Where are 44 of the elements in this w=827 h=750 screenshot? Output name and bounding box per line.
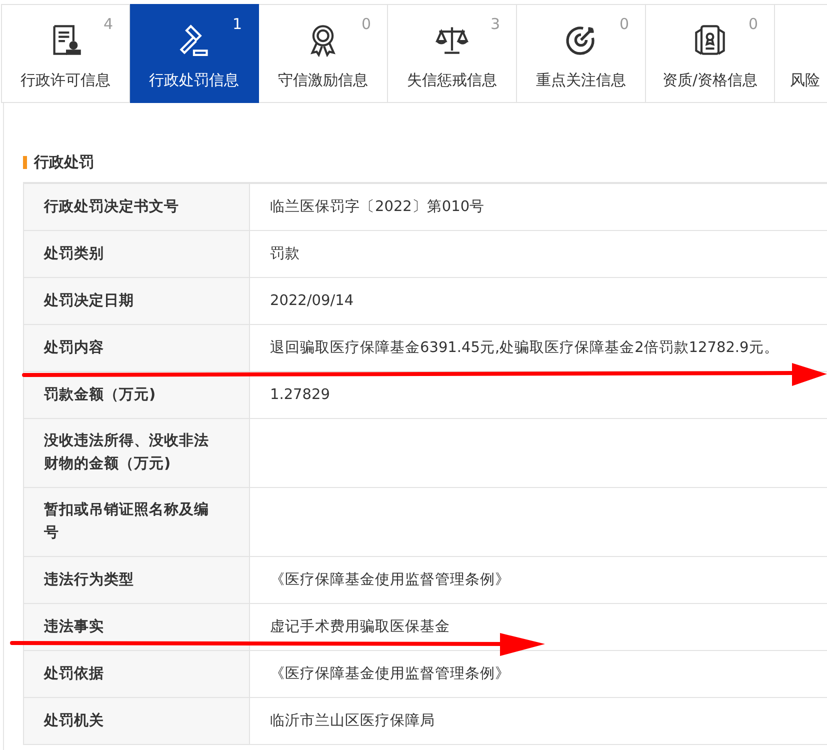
tab[interactable]: 0 守信激励信息 xyxy=(259,4,388,103)
tab-label: 行政许可信息 xyxy=(20,71,110,90)
field-value: 退回骗取医疗保障基金6391.45元,处骗取医疗保障基金2倍罚款12782.9元。 xyxy=(270,338,779,358)
tab-count: 3 xyxy=(490,15,500,33)
tab[interactable]: 1 行政处罚信息 xyxy=(130,4,259,103)
field-label: 暂扣或吊销证照名称及编号 xyxy=(24,488,250,556)
section-marker xyxy=(23,156,27,169)
tab-label: 失信惩戒信息 xyxy=(407,71,497,90)
field-label: 处罚内容 xyxy=(24,325,250,371)
tab-count: 0 xyxy=(748,15,758,33)
field-value: 1.27829 xyxy=(270,386,330,405)
field-label: 行政处罚决定书文号 xyxy=(24,184,250,230)
field-label: 违法事实 xyxy=(24,604,250,650)
field-label: 没收违法所得、没收非法财物的金额（万元) xyxy=(24,419,250,487)
field-value: 2022/09/14 xyxy=(270,292,354,311)
field-label: 处罚依据 xyxy=(24,651,250,697)
tab-count: 0 xyxy=(361,15,371,33)
field-label: 违法行为类型 xyxy=(24,557,250,603)
field-label: 处罚类别 xyxy=(24,231,250,277)
field-value: 虚记手术费用骗取医保基金 xyxy=(270,618,450,637)
gavel-icon xyxy=(177,23,211,57)
tab-count: 1 xyxy=(232,15,242,33)
field-value: 《医疗保障基金使用监督管理条例》 xyxy=(270,570,510,590)
tab[interactable]: 风险 xyxy=(775,4,827,103)
tab-label: 重点关注信息 xyxy=(536,71,626,90)
tab[interactable]: 3 失信惩戒信息 xyxy=(388,4,517,103)
certificate-icon xyxy=(693,23,727,57)
tab-label: 守信激励信息 xyxy=(278,71,368,90)
field-value: 临沂市兰山区医疗保障局 xyxy=(270,712,435,731)
tab-label: 风险 xyxy=(790,71,820,90)
tab[interactable]: 4 行政许可信息 xyxy=(1,4,130,103)
field-value: 《医疗保障基金使用监督管理条例》 xyxy=(270,664,510,684)
section-title: 行政处罚 xyxy=(34,153,94,172)
field-label: 处罚机关 xyxy=(24,698,250,744)
field-label: 处罚决定日期 xyxy=(24,278,250,324)
tab[interactable]: 0 资质/资格信息 xyxy=(646,4,775,103)
tab-count: 0 xyxy=(619,15,629,33)
field-label: 罚款金额（万元) xyxy=(24,372,250,418)
field-value: 罚款 xyxy=(270,245,300,264)
field-value: 临兰医保罚字〔2022〕第010号 xyxy=(270,198,485,217)
tab-count: 4 xyxy=(103,15,113,33)
tab[interactable]: 0 重点关注信息 xyxy=(517,4,646,103)
tab-label: 资质/资格信息 xyxy=(662,71,758,90)
tab-label: 行政处罚信息 xyxy=(149,71,239,90)
